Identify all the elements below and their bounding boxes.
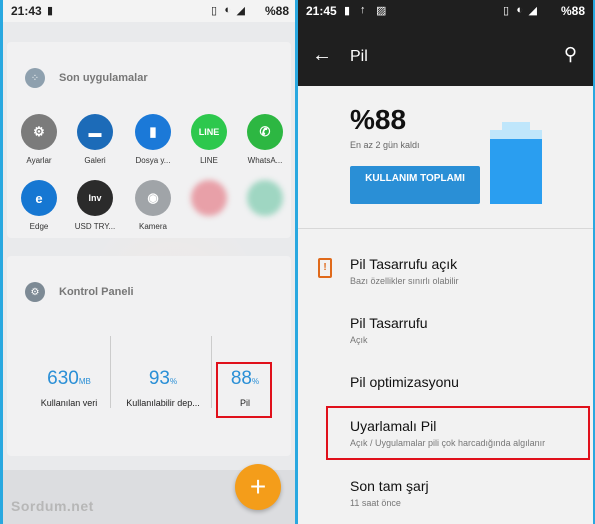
row-battery-optimization[interactable]: Pil optimizasyonu [350,374,586,390]
app-icon: e [21,180,57,216]
upload-icon: ↑ [360,4,366,16]
app-item[interactable]: Inv USD TRY... [67,180,123,231]
status-battery: %88 [560,4,585,18]
watermark: Sordum.net [11,498,94,514]
row-battery-saver[interactable]: Pil Tasarrufu Açık [350,315,586,345]
row-battery-saver-on[interactable]: Pil Tasarrufu açık Bazı özellikler sınır… [350,256,586,286]
app-name: Dosya y... [135,156,171,165]
page-title: Pil [350,48,368,65]
recent-apps-title: Son uygulamalar [59,72,148,84]
app-name: Ayarlar [26,156,52,165]
screenshot-frame: 21:43 ▮ ▯ ◐ ◢ %88 ⁘ Son uygulamalar ⚙ Aya… [0,0,595,524]
battery-body [490,130,542,204]
app-item[interactable]: ▮ Dosya y... [125,114,181,165]
row-title: Pil Tasarrufu açık [350,256,458,272]
dnd-icon: ◐ [516,4,523,16]
status-time: 21:45 [306,4,337,18]
battery-remaining: En az 2 gün kaldı [350,140,420,150]
divider [211,336,212,408]
search-icon[interactable]: ⚲ [564,44,577,65]
add-button[interactable]: + [235,464,281,510]
control-panel-header: ⚙ Kontrol Paneli [25,282,134,302]
stat-storage[interactable]: 93% Kullanılabilir dep... [117,368,209,408]
app-icon: Inv [77,180,113,216]
app-icon [191,180,227,216]
recent-apps-header: ⁘ Son uygulamalar [25,68,148,88]
left-panel: 21:43 ▮ ▯ ◐ ◢ %88 ⁘ Son uygulamalar ⚙ Aya… [3,0,295,524]
app-item[interactable]: LINE LINE [181,114,237,165]
row-subtitle: Açık [350,335,368,345]
stat-data-used[interactable]: 630MB Kullanılan veri [23,368,115,408]
image-icon: ▨ [376,5,387,17]
app-name: Galeri [84,156,106,165]
status-battery: %88 [264,4,289,18]
apps-grid-icon: ⁘ [25,68,45,88]
row-subtitle: Bazı özellikler sınırlı olabilir [350,276,459,286]
app-bar: 21:45 ▮ ↑ ▨ ▯ ◐ ◢ %88 ← Pil ⚲ [298,0,593,86]
usage-total-button[interactable]: KULLANIM TOPLAMI [350,166,480,204]
battery-saver-icon: ▮ [344,5,351,17]
battery-percent: %88 [350,104,407,135]
stat-value: 630MB [47,368,91,389]
app-item[interactable] [237,180,293,222]
stat-value: 93% [148,368,178,389]
app-item[interactable]: ◉ Kamera [125,180,181,231]
app-item[interactable]: ✆ WhatsA... [237,114,293,165]
signal-icon: ◢ [528,5,537,17]
app-icon [247,180,283,216]
app-name: Kamera [138,222,167,231]
stat-label: Kullanılan veri [40,398,98,408]
control-panel-title: Kontrol Paneli [59,286,134,298]
stat-label: Kullanılabilir dep... [126,398,200,408]
back-arrow-icon[interactable]: ← [312,44,332,67]
signal-icon: ◢ [236,5,245,17]
app-icon: LINE [191,114,227,150]
battery-fill [490,138,542,204]
app-item[interactable]: e Edge [11,180,67,231]
app-icon: ⚙ [21,114,57,150]
status-time: 21:43 [11,4,42,18]
battery-tip [502,122,530,130]
right-panel: 21:45 ▮ ↑ ▨ ▯ ◐ ◢ %88 ← Pil ⚲ %88 En az … [298,0,593,524]
phone-icon: ▯ [502,5,509,17]
row-title: Pil optimizasyonu [350,374,459,390]
battery-saver-icon: ▮ [47,5,54,17]
row-subtitle: 11 saat önce [350,498,401,508]
dnd-icon: ◐ [224,4,231,16]
row-title: Pil Tasarrufu [350,315,428,331]
divider [110,336,111,408]
app-icon: ◉ [135,180,171,216]
row-last-full-charge[interactable]: Son tam şarj 11 saat önce [350,478,586,508]
app-item[interactable]: ⚙ Ayarlar [11,114,67,165]
section-divider [298,228,593,229]
app-name: Edge [29,222,49,231]
row-title: Son tam şarj [350,478,429,494]
app-icon: ▮ [135,114,171,150]
app-name: LINE [200,156,218,165]
app-icon: ▬ [77,114,113,150]
highlight-box [326,406,590,460]
gear-icon: ⚙ [25,282,45,302]
battery-level-icon [490,122,542,204]
highlight-box [216,362,272,418]
app-item[interactable]: ▬ Galeri [67,114,123,165]
status-bar: 21:43 ▮ ▯ ◐ ◢ %88 [3,0,295,22]
battery-alert-icon: ! [318,258,332,278]
phone-icon: ▯ [210,5,217,17]
app-name: USD TRY... [74,222,116,231]
app-item[interactable] [181,180,237,222]
app-name: WhatsA... [247,156,283,165]
app-icon: ✆ [247,114,283,150]
